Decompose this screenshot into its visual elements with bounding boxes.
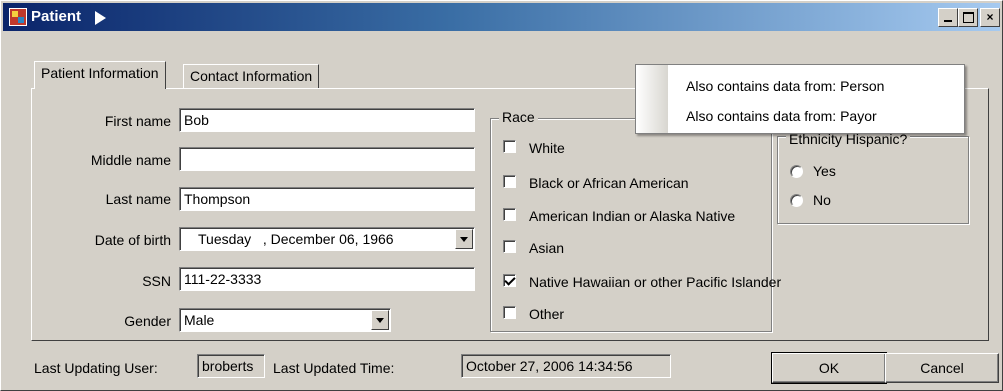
ssn-label: SSN: [142, 273, 171, 289]
close-button[interactable]: ×: [980, 8, 1000, 27]
race-white-checkbox[interactable]: [503, 140, 516, 153]
window-title: Patient: [31, 8, 82, 25]
last-updated-time-label: Last Updated Time:: [273, 360, 395, 376]
first-name-label: First name: [104, 113, 171, 129]
minimize-button[interactable]: [938, 8, 958, 27]
middle-name-label: Middle name: [90, 152, 171, 168]
last-name-field[interactable]: Thompson: [179, 187, 475, 211]
race-american-indian-checkbox[interactable]: [503, 208, 516, 221]
race-other-label[interactable]: Other: [529, 306, 564, 322]
ethnicity-no-radio[interactable]: [790, 194, 803, 207]
context-menu-item-payor[interactable]: Also contains data from: Payor: [686, 108, 877, 124]
gender-select[interactable]: Male: [179, 308, 391, 332]
ethnicity-no-label[interactable]: No: [813, 192, 831, 208]
patient-window: Patient × Patient Information Contact In…: [0, 0, 1003, 391]
gender-label: Gender: [124, 313, 171, 329]
race-american-indian-label[interactable]: American Indian or Alaska Native: [529, 208, 735, 224]
race-black-checkbox[interactable]: [503, 175, 516, 188]
last-updating-user-field: broberts: [197, 354, 265, 378]
last-updating-user-label: Last Updating User:: [34, 360, 158, 376]
ssn-field[interactable]: 111-22-3333: [179, 267, 475, 291]
play-arrow-icon: [95, 11, 106, 25]
first-name-field[interactable]: Bob: [179, 108, 475, 132]
context-menu-item-person[interactable]: Also contains data from: Person: [686, 78, 884, 94]
tab-patient-information[interactable]: Patient Information: [34, 61, 166, 89]
ethnicity-yes-label[interactable]: Yes: [813, 163, 836, 179]
race-asian-label[interactable]: Asian: [529, 240, 564, 256]
title-bar[interactable]: Patient ×: [3, 3, 1000, 31]
context-menu-gutter: [636, 65, 668, 133]
tab-contact-information[interactable]: Contact Information: [183, 64, 320, 88]
race-native-hawaiian-checkbox[interactable]: [503, 274, 516, 287]
race-white-label[interactable]: White: [529, 140, 565, 156]
ok-button[interactable]: OK: [771, 352, 887, 384]
last-name-label: Last name: [105, 191, 171, 207]
date-of-birth-label: Date of birth: [94, 232, 171, 248]
gender-dropdown-arrow-icon[interactable]: [371, 310, 389, 330]
date-of-birth-value: Tuesday , December 06, 1966: [198, 231, 394, 247]
date-of-birth-picker[interactable]: Tuesday , December 06, 1966: [179, 227, 475, 251]
race-group-title: Race: [499, 109, 538, 125]
ethnicity-yes-radio[interactable]: [790, 165, 803, 178]
race-native-hawaiian-label[interactable]: Native Hawaiian or other Pacific Islande…: [529, 274, 781, 290]
gender-value: Male: [184, 312, 215, 328]
ethnicity-group: Ethnicity Hispanic?: [777, 131, 969, 224]
maximize-button[interactable]: [958, 8, 978, 27]
race-black-label[interactable]: Black or African American: [529, 175, 689, 191]
cancel-button[interactable]: Cancel: [885, 353, 999, 383]
race-asian-checkbox[interactable]: [503, 240, 516, 253]
race-other-checkbox[interactable]: [503, 306, 516, 319]
app-icon: [9, 8, 27, 26]
date-dropdown-arrow-icon[interactable]: [455, 229, 473, 249]
context-menu: Also contains data from: Person Also con…: [635, 64, 965, 134]
middle-name-field[interactable]: [179, 147, 475, 171]
last-updated-time-field: October 27, 2006 14:34:56: [461, 354, 671, 378]
